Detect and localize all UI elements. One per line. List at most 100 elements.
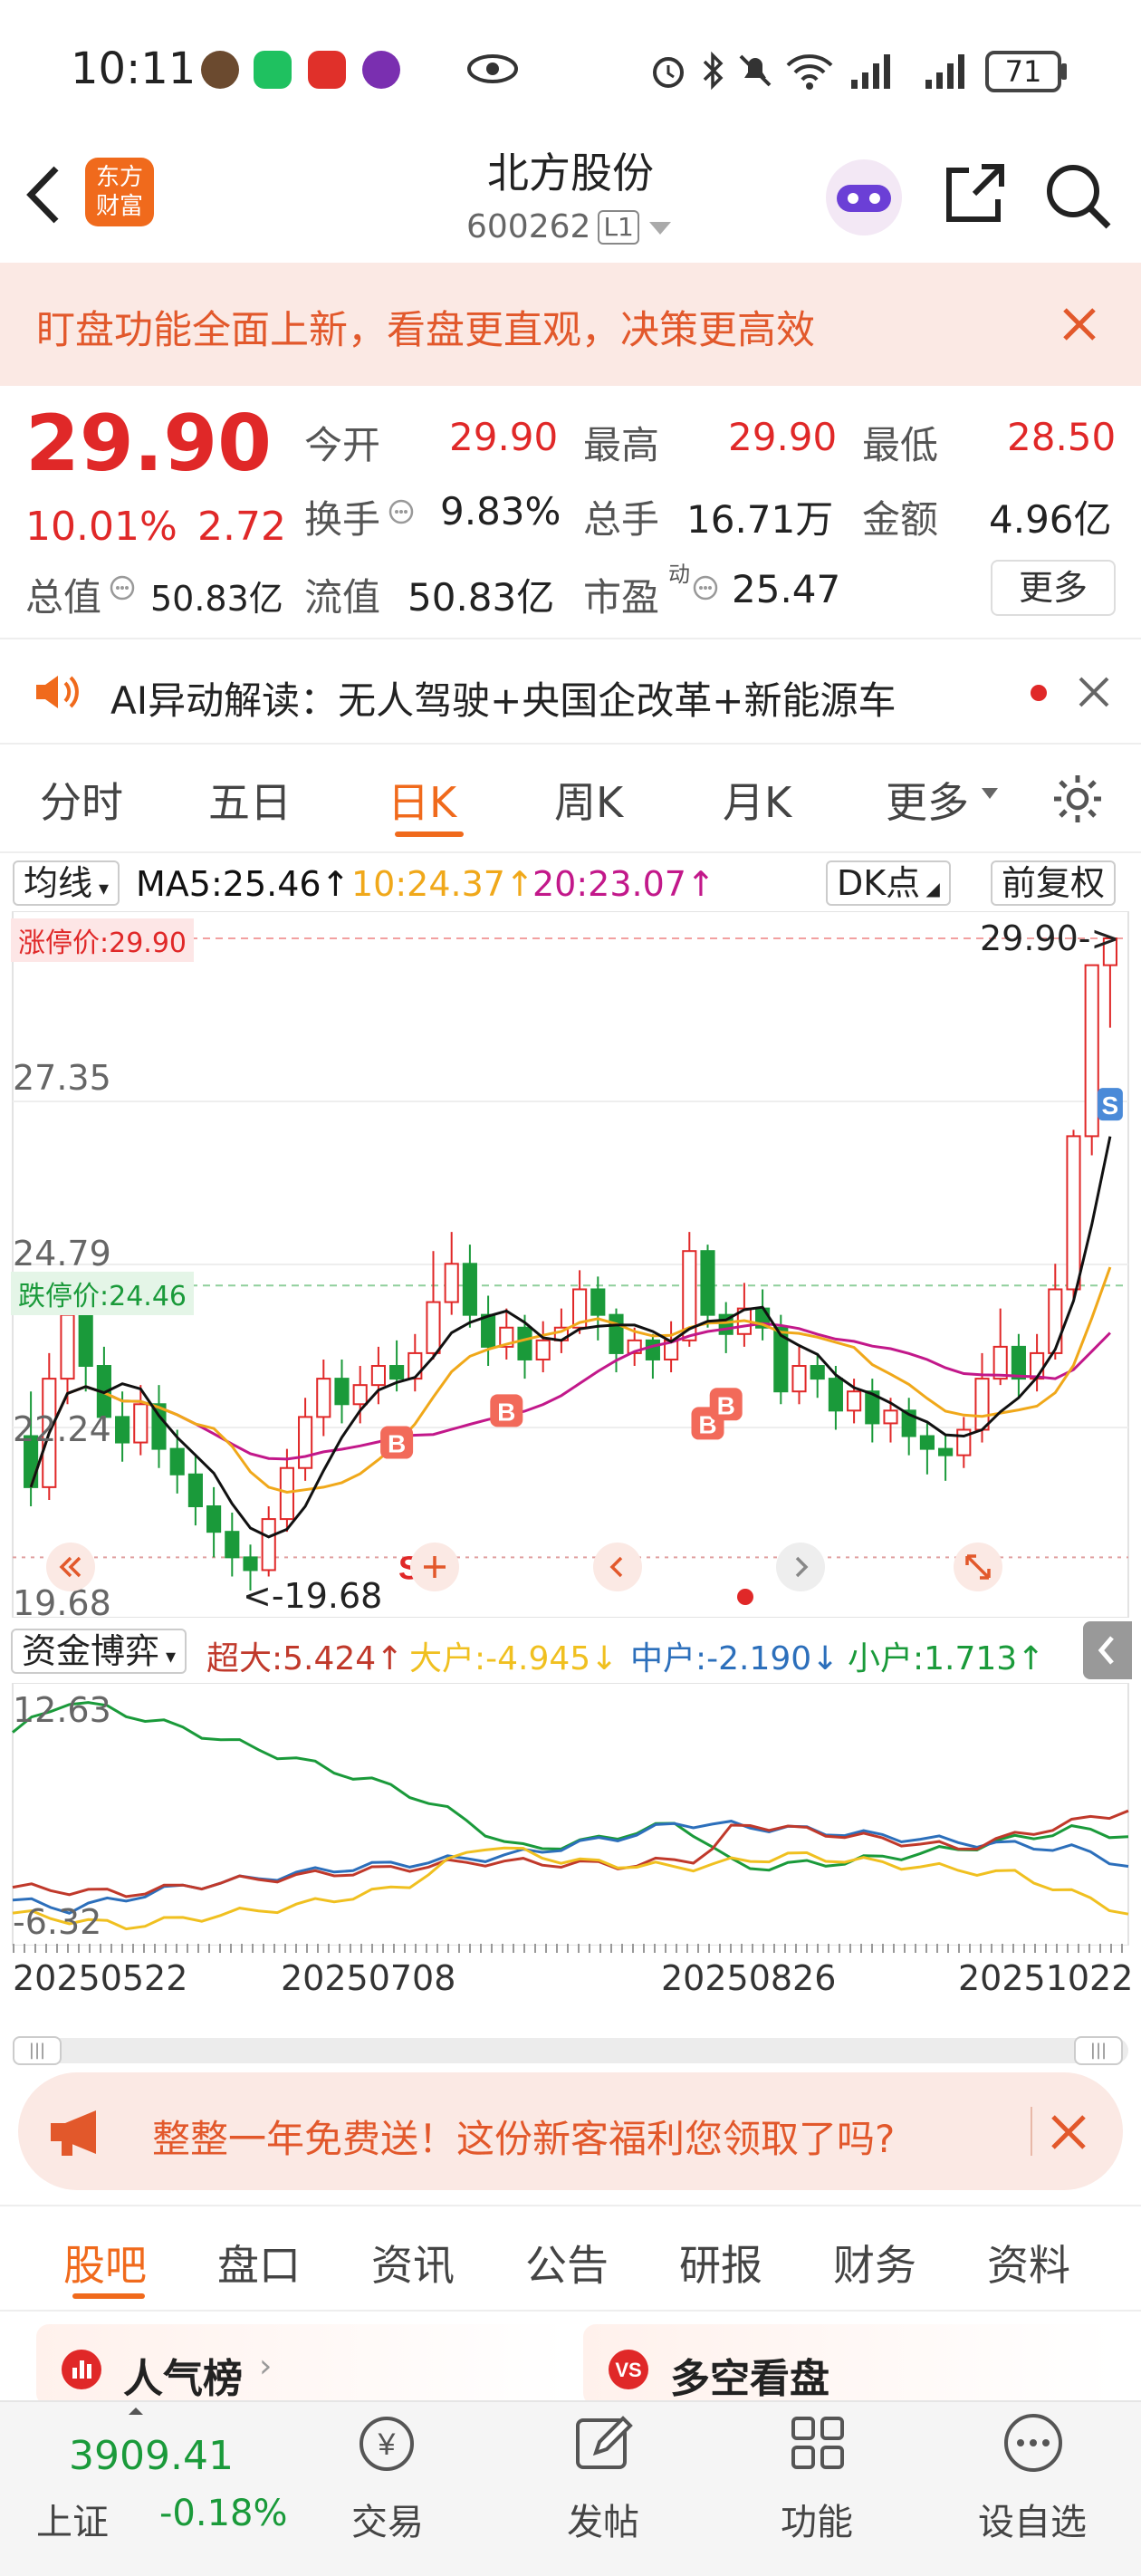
candle-body — [426, 1301, 441, 1354]
scroll-handle-left[interactable]: ||| — [13, 2036, 62, 2065]
amount-value: 4.96亿 — [989, 497, 1112, 542]
mid-flow-value: 中户:-2.190↓ — [630, 1640, 839, 1677]
divider — [0, 2205, 1141, 2206]
candle-body — [1066, 1135, 1081, 1291]
bottom-tab-indicator — [72, 2293, 145, 2299]
ai-insight-text[interactable]: AI异动解读：无人驾驶+央国企改革+新能源车 — [110, 670, 896, 726]
popularity-card[interactable]: 人气榜 › — [36, 2324, 567, 2406]
tab-intraday[interactable]: 分时 — [40, 770, 123, 830]
signal-icon-1 — [851, 54, 890, 89]
candlestick-chart[interactable]: BB BBSS — [0, 911, 1141, 1618]
candle-body — [352, 1384, 368, 1406]
candle-body — [919, 1435, 935, 1450]
tab-profile[interactable]: 资料 — [987, 2233, 1070, 2292]
settings-icon[interactable] — [1050, 772, 1105, 826]
ma20-value: 20:23.07↑ — [532, 864, 715, 904]
trade-icon[interactable]: ¥ — [355, 2411, 418, 2475]
candle-body — [645, 1339, 660, 1360]
candle-body — [60, 1313, 75, 1380]
candle-body — [408, 1351, 423, 1380]
wifi-icon — [786, 54, 833, 90]
stock-name: 北方股份 — [487, 149, 654, 197]
close-icon[interactable] — [1049, 2112, 1088, 2152]
float-value: 50.83亿 — [408, 575, 555, 620]
candle-body — [225, 1531, 240, 1559]
adjust-selector[interactable]: 前复权 — [991, 860, 1117, 906]
fund-indicator-selector[interactable]: 资金博弈 ▾ — [11, 1629, 187, 1674]
tab-announcements[interactable]: 公告 — [525, 2233, 609, 2292]
collapse-panel-button[interactable] — [1083, 1621, 1132, 1679]
trade-label[interactable]: 交易 — [351, 2493, 424, 2545]
chevron-right-icon[interactable] — [775, 1542, 826, 1592]
limit-down-label: 跌停价:24.46 — [11, 1272, 194, 1315]
tab-orderbook[interactable]: 盘口 — [217, 2233, 301, 2292]
date-label: 20250708 — [281, 1958, 456, 1998]
zoom-in-icon[interactable] — [409, 1542, 460, 1592]
function-label[interactable]: 功能 — [781, 2493, 853, 2545]
expand-icon[interactable] — [953, 1542, 1003, 1592]
stock-code-row[interactable]: 600262 L1 — [466, 208, 676, 245]
tab-financials[interactable]: 财务 — [833, 2233, 916, 2292]
fast-back-icon[interactable] — [45, 1542, 96, 1592]
level-badge: L1 — [598, 209, 639, 245]
turnover-label: 换手 — [304, 497, 381, 542]
compose-icon[interactable] — [572, 2411, 636, 2475]
candle-body — [298, 1416, 313, 1469]
tab-five-day[interactable]: 五日 — [208, 770, 292, 830]
big-flow-line — [12, 1846, 1129, 1931]
candle-body — [316, 1378, 331, 1418]
tab-weekly-k[interactable]: 周K — [554, 770, 623, 830]
super-flow-line — [12, 1809, 1129, 1898]
chevron-down-icon — [648, 221, 671, 235]
more-button[interactable]: 更多 — [991, 560, 1116, 616]
chart-range-scrollbar[interactable] — [13, 2038, 1128, 2063]
small-flow-value: 小户:1.713↑ — [848, 1640, 1045, 1677]
tab-more[interactable]: 更多 — [886, 770, 969, 830]
buy-signal-label: B — [497, 1398, 515, 1426]
tab-research[interactable]: 研报 — [679, 2233, 762, 2292]
info-icon[interactable] — [388, 498, 415, 525]
change-percent: 10.01% — [25, 504, 177, 550]
ma20-line — [29, 1322, 1111, 1488]
pe-label: 市盈 — [583, 575, 660, 620]
indicator-dot — [737, 1589, 753, 1605]
compose-label[interactable]: 发帖 — [567, 2493, 639, 2545]
info-icon[interactable] — [692, 574, 719, 601]
price-tick: 27.35 — [13, 1058, 111, 1098]
feature-banner[interactable]: 盯盘功能全面上新，看盘更直观，决策更高效 — [0, 263, 1141, 386]
tab-monthly-k[interactable]: 月K — [723, 770, 791, 830]
candle-body — [115, 1416, 130, 1444]
scroll-handle-right[interactable]: ||| — [1074, 2036, 1123, 2065]
more-dots-icon[interactable] — [1002, 2411, 1065, 2475]
candle-body — [206, 1505, 222, 1533]
candle-body — [810, 1365, 825, 1380]
add-watchlist-label[interactable]: 设自选 — [978, 2493, 1087, 2545]
close-icon[interactable] — [1076, 674, 1112, 710]
tab-news[interactable]: 资讯 — [371, 2233, 455, 2292]
candle-body — [883, 1409, 898, 1425]
date-ticks — [13, 1944, 1128, 1953]
info-icon[interactable] — [109, 574, 136, 601]
last-price-marker: 29.90-> — [980, 918, 1120, 958]
divider — [0, 2310, 1141, 2312]
close-icon[interactable] — [1060, 304, 1099, 344]
grid-icon[interactable] — [786, 2411, 849, 2475]
ma-selector[interactable]: 均线 ▾ — [13, 860, 120, 906]
fund-flow-chart[interactable] — [0, 1683, 1141, 1946]
market-index-name[interactable]: 上证 — [36, 2493, 109, 2545]
promo-banner[interactable]: 整整一年免费送！这份新客福利您领取了吗? — [18, 2072, 1123, 2190]
market-index-value[interactable]: 3909.41 — [69, 2433, 234, 2479]
market-index-change: -0.18% — [159, 2493, 288, 2534]
dk-point-selector[interactable]: DK点 ◢ — [826, 860, 951, 906]
candle-body — [609, 1313, 624, 1354]
chevron-left-icon[interactable] — [592, 1542, 643, 1592]
tab-daily-k[interactable]: 日K — [388, 770, 456, 830]
low-value: 28.50 — [1007, 415, 1117, 459]
candle-body — [1030, 1351, 1045, 1380]
battery-tip — [1061, 63, 1067, 80]
candle-body — [481, 1313, 496, 1348]
signal-icon-2 — [925, 54, 964, 89]
tab-forum[interactable]: 股吧 — [63, 2233, 147, 2292]
pe-superscript: 动 — [668, 562, 690, 587]
bull-bear-card[interactable]: VS 多空看盘 — [583, 2324, 1114, 2406]
